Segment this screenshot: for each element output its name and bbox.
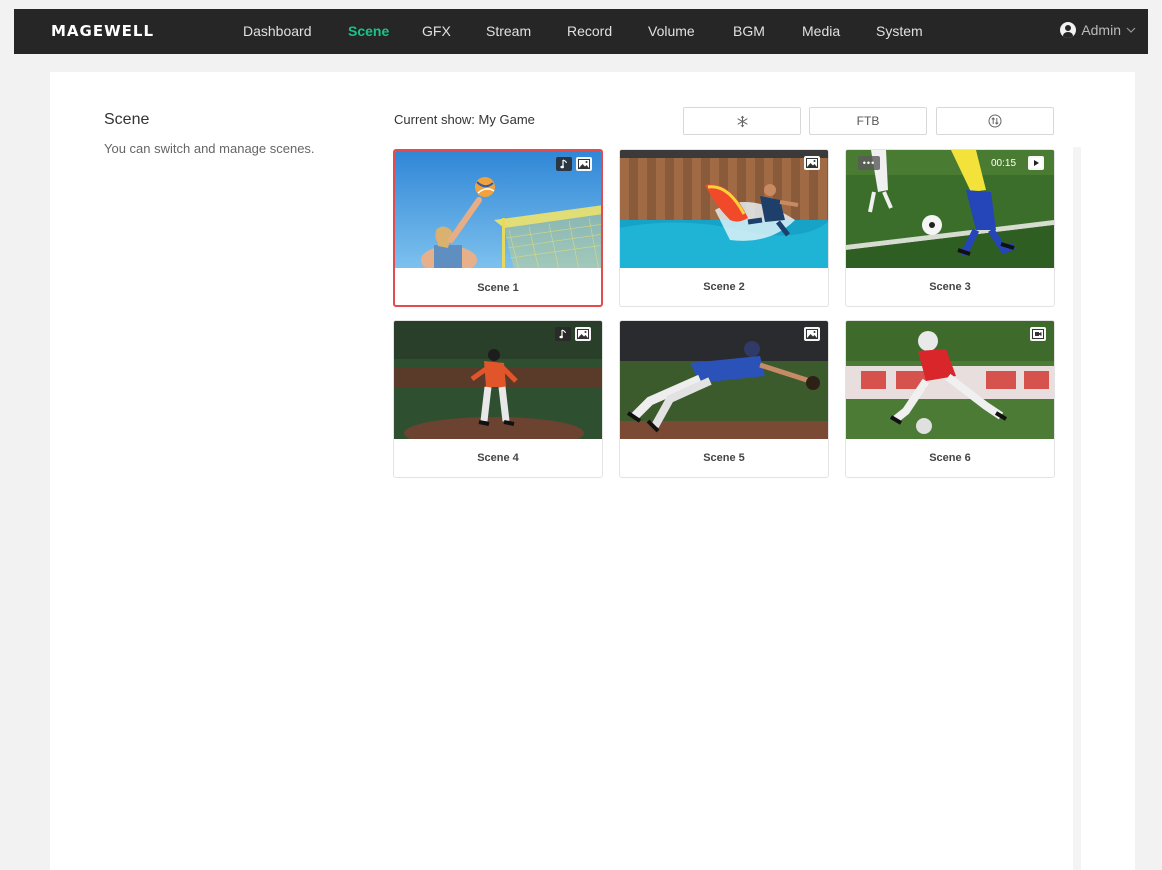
nav-media[interactable]: Media <box>802 23 840 39</box>
ftb-button[interactable]: FTB <box>809 107 927 135</box>
image-icon <box>576 157 592 171</box>
scrollbar-track[interactable] <box>1073 147 1081 870</box>
nav-gfx[interactable]: GFX <box>422 23 451 39</box>
page-title: Scene <box>104 111 150 128</box>
scene-card-3[interactable]: ••• 00:15 Scene 3 <box>845 149 1055 307</box>
scene-panel: Scene You can switch and manage scenes. … <box>50 72 1135 870</box>
scene-card-6[interactable]: Scene 6 <box>845 320 1055 478</box>
scene-card-4[interactable]: Scene 4 <box>393 320 603 478</box>
image-icon <box>804 327 820 341</box>
scene-4-label: Scene 4 <box>477 452 519 464</box>
scene-card-2[interactable]: Scene 2 <box>619 149 829 307</box>
nav-record[interactable]: Record <box>567 23 612 39</box>
play-icon <box>1028 156 1044 170</box>
more-dots-icon[interactable]: ••• <box>858 156 880 170</box>
swap-button[interactable] <box>936 107 1054 135</box>
nav-stream[interactable]: Stream <box>486 23 531 39</box>
nav-volume[interactable]: Volume <box>648 23 695 39</box>
scene-6-label: Scene 6 <box>929 452 971 464</box>
current-show-label: Current show: My Game <box>394 112 535 127</box>
magewell-logo[interactable]: MAGEWELL <box>51 22 154 40</box>
image-icon <box>804 156 820 170</box>
scene-2-label: Scene 2 <box>703 281 745 293</box>
video-duration: 00:15 <box>991 157 1017 169</box>
top-navigation-bar: MAGEWELL Dashboard Scene GFX Stream Reco… <box>14 9 1148 54</box>
nav-bgm[interactable]: BGM <box>733 23 765 39</box>
user-menu[interactable]: Admin <box>1060 22 1136 38</box>
scene-5-label: Scene 5 <box>703 452 745 464</box>
chevron-down-icon <box>1126 25 1136 35</box>
nav-scene[interactable]: Scene <box>348 23 389 39</box>
scene-card-5[interactable]: Scene 5 <box>619 320 829 478</box>
video-camera-icon <box>1030 327 1046 341</box>
audio-note-icon <box>556 157 572 171</box>
swap-circle-icon <box>988 114 1002 128</box>
audio-note-icon <box>555 327 571 341</box>
nav-dashboard[interactable]: Dashboard <box>243 23 312 39</box>
scene-6-thumbnail <box>846 321 1054 439</box>
scene-card-1[interactable]: Scene 1 <box>393 149 603 307</box>
freeze-button[interactable] <box>683 107 801 135</box>
image-icon <box>575 327 591 341</box>
scene-1-label: Scene 1 <box>477 282 519 294</box>
snowflake-icon <box>736 115 749 128</box>
scene-3-label: Scene 3 <box>929 281 971 293</box>
user-avatar-icon <box>1060 22 1077 38</box>
scene-5-thumbnail <box>620 321 828 439</box>
nav-system[interactable]: System <box>876 23 923 39</box>
page-description: You can switch and manage scenes. <box>104 141 315 156</box>
user-name: Admin <box>1081 22 1121 38</box>
scene-2-thumbnail <box>620 150 828 268</box>
